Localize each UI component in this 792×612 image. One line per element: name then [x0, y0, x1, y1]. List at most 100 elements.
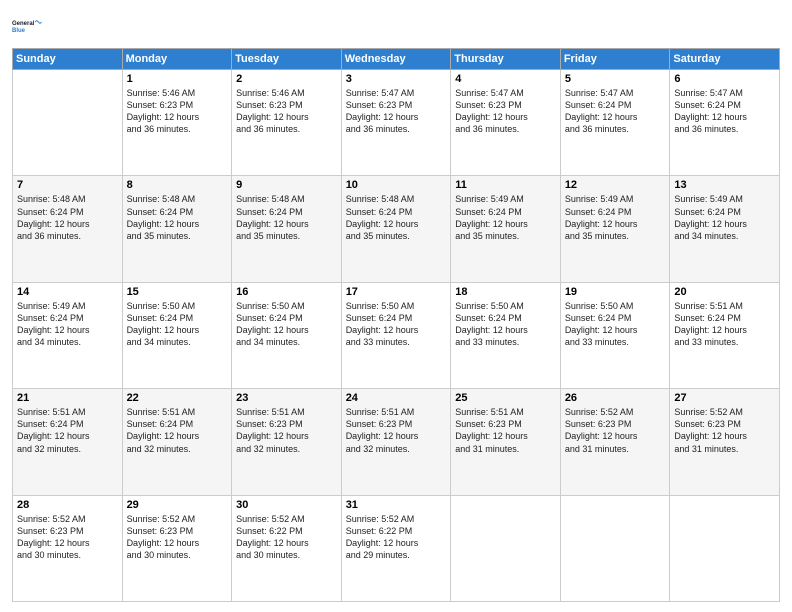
day-number: 17 [346, 286, 447, 298]
calendar-cell: 7Sunrise: 5:48 AM Sunset: 6:24 PM Daylig… [13, 176, 123, 282]
day-info: Sunrise: 5:47 AM Sunset: 6:23 PM Dayligh… [346, 87, 447, 136]
day-info: Sunrise: 5:48 AM Sunset: 6:24 PM Dayligh… [127, 193, 228, 242]
day-number: 20 [674, 286, 775, 298]
day-number: 25 [455, 392, 556, 404]
day-info: Sunrise: 5:49 AM Sunset: 6:24 PM Dayligh… [674, 193, 775, 242]
col-header-friday: Friday [560, 49, 670, 70]
calendar-cell: 28Sunrise: 5:52 AM Sunset: 6:23 PM Dayli… [13, 495, 123, 601]
week-row-4: 21 Sunrise: 5:51 AM Sunset: 6:24 PM Dayli… [13, 389, 780, 495]
day-number: 22 [127, 392, 228, 404]
calendar-cell: 20 Sunrise: 5:51 AM Sunset: 6:24 PM Dayli… [670, 282, 780, 388]
calendar-cell: 12Sunrise: 5:49 AM Sunset: 6:24 PM Dayli… [560, 176, 670, 282]
day-info: Sunrise: 5:50 AM Sunset: 6:24 PM Dayligh… [565, 300, 666, 349]
calendar-cell: 26Sunrise: 5:52 AM Sunset: 6:23 PM Dayli… [560, 389, 670, 495]
day-info: Sunrise: 5:46 AM Sunset: 6:23 PM Dayligh… [236, 87, 337, 136]
day-number: 11 [455, 179, 556, 191]
calendar-cell: 25 Sunrise: 5:51 AM Sunset: 6:23 PM Dayli… [451, 389, 561, 495]
day-number: 5 [565, 73, 666, 85]
day-number: 28 [17, 499, 118, 511]
day-info: Sunrise: 5:50 AM Sunset: 6:24 PM Dayligh… [127, 300, 228, 349]
day-number: 1 [127, 73, 228, 85]
calendar-cell: 18 Sunrise: 5:50 AM Sunset: 6:24 PM Dayli… [451, 282, 561, 388]
svg-text:Blue: Blue [12, 28, 26, 34]
day-number: 19 [565, 286, 666, 298]
day-number: 21 [17, 392, 118, 404]
col-header-saturday: Saturday [670, 49, 780, 70]
day-number: 18 [455, 286, 556, 298]
svg-text:General: General [12, 21, 35, 27]
day-number: 6 [674, 73, 775, 85]
day-info: Sunrise: 5:51 AM Sunset: 6:24 PM Dayligh… [127, 406, 228, 455]
day-number: 2 [236, 73, 337, 85]
calendar-cell [670, 495, 780, 601]
calendar-cell: 23 Sunrise: 5:51 AM Sunset: 6:23 PM Dayli… [232, 389, 342, 495]
day-number: 13 [674, 179, 775, 191]
calendar-cell: 16 Sunrise: 5:50 AM Sunset: 6:24 PM Dayli… [232, 282, 342, 388]
calendar-cell [451, 495, 561, 601]
week-row-1: 1 Sunrise: 5:46 AM Sunset: 6:23 PM Daylig… [13, 70, 780, 176]
calendar-cell: 15 Sunrise: 5:50 AM Sunset: 6:24 PM Dayli… [122, 282, 232, 388]
calendar-cell [13, 70, 123, 176]
day-number: 4 [455, 73, 556, 85]
col-header-monday: Monday [122, 49, 232, 70]
calendar-cell: 4 Sunrise: 5:47 AM Sunset: 6:23 PM Daylig… [451, 70, 561, 176]
week-row-2: 7Sunrise: 5:48 AM Sunset: 6:24 PM Daylig… [13, 176, 780, 282]
day-info: Sunrise: 5:50 AM Sunset: 6:24 PM Dayligh… [455, 300, 556, 349]
col-header-thursday: Thursday [451, 49, 561, 70]
calendar-cell: 19 Sunrise: 5:50 AM Sunset: 6:24 PM Dayli… [560, 282, 670, 388]
day-info: Sunrise: 5:51 AM Sunset: 6:23 PM Dayligh… [346, 406, 447, 455]
calendar-cell: 9 Sunrise: 5:48 AM Sunset: 6:24 PM Daylig… [232, 176, 342, 282]
day-info: Sunrise: 5:49 AM Sunset: 6:24 PM Dayligh… [565, 193, 666, 242]
day-info: Sunrise: 5:50 AM Sunset: 6:24 PM Dayligh… [346, 300, 447, 349]
calendar-cell: 10 Sunrise: 5:48 AM Sunset: 6:24 PM Dayli… [341, 176, 451, 282]
day-info: Sunrise: 5:52 AM Sunset: 6:22 PM Dayligh… [346, 513, 447, 562]
calendar-cell: 31 Sunrise: 5:52 AM Sunset: 6:22 PM Dayli… [341, 495, 451, 601]
day-number: 23 [236, 392, 337, 404]
calendar-table: SundayMondayTuesdayWednesdayThursdayFrid… [12, 48, 780, 602]
day-info: Sunrise: 5:52 AM Sunset: 6:23 PM Dayligh… [565, 406, 666, 455]
calendar-cell: 2 Sunrise: 5:46 AM Sunset: 6:23 PM Daylig… [232, 70, 342, 176]
calendar-cell: 17 Sunrise: 5:50 AM Sunset: 6:24 PM Dayli… [341, 282, 451, 388]
calendar-cell: 30Sunrise: 5:52 AM Sunset: 6:22 PM Dayli… [232, 495, 342, 601]
calendar-cell: 14Sunrise: 5:49 AM Sunset: 6:24 PM Dayli… [13, 282, 123, 388]
day-info: Sunrise: 5:52 AM Sunset: 6:23 PM Dayligh… [674, 406, 775, 455]
day-number: 8 [127, 179, 228, 191]
calendar-cell: 11 Sunrise: 5:49 AM Sunset: 6:24 PM Dayli… [451, 176, 561, 282]
col-header-tuesday: Tuesday [232, 49, 342, 70]
calendar-cell: 22 Sunrise: 5:51 AM Sunset: 6:24 PM Dayli… [122, 389, 232, 495]
col-header-wednesday: Wednesday [341, 49, 451, 70]
calendar-cell: 29Sunrise: 5:52 AM Sunset: 6:23 PM Dayli… [122, 495, 232, 601]
day-info: Sunrise: 5:48 AM Sunset: 6:24 PM Dayligh… [236, 193, 337, 242]
calendar-cell: 8 Sunrise: 5:48 AM Sunset: 6:24 PM Daylig… [122, 176, 232, 282]
day-info: Sunrise: 5:49 AM Sunset: 6:24 PM Dayligh… [17, 300, 118, 349]
day-number: 16 [236, 286, 337, 298]
day-number: 10 [346, 179, 447, 191]
day-info: Sunrise: 5:52 AM Sunset: 6:22 PM Dayligh… [236, 513, 337, 562]
calendar-cell: 6 Sunrise: 5:47 AM Sunset: 6:24 PM Daylig… [670, 70, 780, 176]
day-info: Sunrise: 5:51 AM Sunset: 6:23 PM Dayligh… [236, 406, 337, 455]
calendar-cell: 5 Sunrise: 5:47 AM Sunset: 6:24 PM Daylig… [560, 70, 670, 176]
calendar-cell: 27 Sunrise: 5:52 AM Sunset: 6:23 PM Dayli… [670, 389, 780, 495]
col-header-sunday: Sunday [13, 49, 123, 70]
day-info: Sunrise: 5:51 AM Sunset: 6:24 PM Dayligh… [674, 300, 775, 349]
day-number: 31 [346, 499, 447, 511]
logo: GeneralBlue [12, 10, 44, 42]
day-number: 27 [674, 392, 775, 404]
page: GeneralBlue SundayMondayTuesdayWednesday… [0, 0, 792, 612]
day-info: Sunrise: 5:46 AM Sunset: 6:23 PM Dayligh… [127, 87, 228, 136]
day-info: Sunrise: 5:51 AM Sunset: 6:24 PM Dayligh… [17, 406, 118, 455]
day-info: Sunrise: 5:51 AM Sunset: 6:23 PM Dayligh… [455, 406, 556, 455]
day-number: 9 [236, 179, 337, 191]
calendar-cell: 13 Sunrise: 5:49 AM Sunset: 6:24 PM Dayli… [670, 176, 780, 282]
day-info: Sunrise: 5:47 AM Sunset: 6:24 PM Dayligh… [565, 87, 666, 136]
day-info: Sunrise: 5:52 AM Sunset: 6:23 PM Dayligh… [127, 513, 228, 562]
day-number: 15 [127, 286, 228, 298]
day-number: 3 [346, 73, 447, 85]
day-info: Sunrise: 5:49 AM Sunset: 6:24 PM Dayligh… [455, 193, 556, 242]
week-row-3: 14Sunrise: 5:49 AM Sunset: 6:24 PM Dayli… [13, 282, 780, 388]
day-info: Sunrise: 5:47 AM Sunset: 6:24 PM Dayligh… [674, 87, 775, 136]
logo-icon: GeneralBlue [12, 10, 44, 42]
day-info: Sunrise: 5:50 AM Sunset: 6:24 PM Dayligh… [236, 300, 337, 349]
day-info: Sunrise: 5:47 AM Sunset: 6:23 PM Dayligh… [455, 87, 556, 136]
day-info: Sunrise: 5:48 AM Sunset: 6:24 PM Dayligh… [346, 193, 447, 242]
